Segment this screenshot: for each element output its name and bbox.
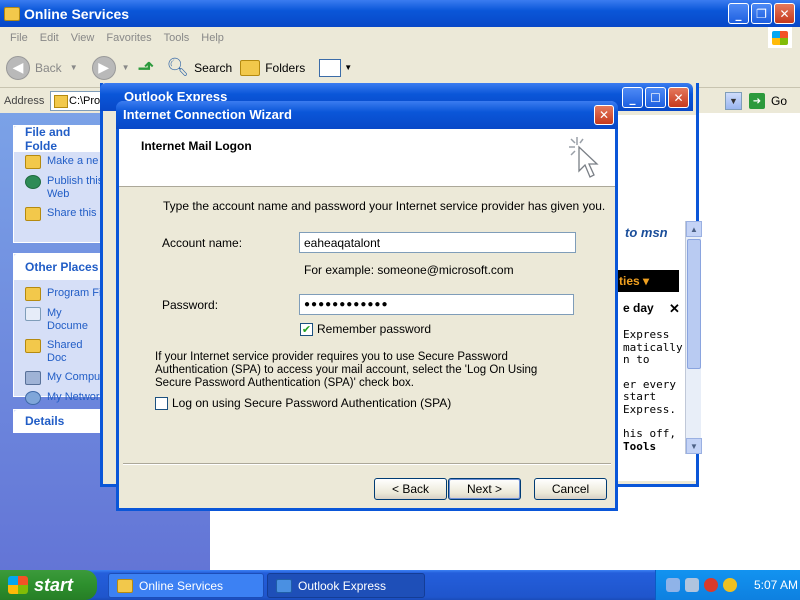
task-online-services[interactable]: Online Services	[108, 573, 264, 598]
documents-icon	[25, 307, 41, 321]
task-share-folder[interactable]: Share this	[14, 204, 104, 224]
views-icon	[319, 58, 342, 77]
checkmark-icon: ✔	[300, 322, 313, 336]
search-icon: 🔍︎	[166, 57, 190, 78]
menu-bar: File Edit View Favorites Tools Help	[0, 27, 800, 48]
divider	[123, 463, 611, 465]
go-button[interactable]: ➜ Go	[749, 92, 787, 110]
details-panel: Details	[13, 409, 105, 433]
wizard-heading: Internet Mail Logon	[141, 139, 252, 153]
views-button[interactable]: ▼	[319, 58, 352, 77]
folder-icon	[117, 578, 133, 593]
scroll-up-icon[interactable]: ▲	[686, 221, 702, 237]
back-button[interactable]: < Back	[374, 478, 447, 500]
remember-password-checkbox[interactable]: ✔ Remember password	[300, 322, 431, 336]
place-program-files[interactable]: Program Fi	[14, 284, 104, 304]
system-tray: 5:07 AM	[655, 570, 800, 600]
computer-icon	[25, 371, 41, 385]
clock[interactable]: 5:07 AM	[754, 578, 798, 592]
start-button[interactable]: start	[0, 570, 97, 600]
outlook-content: to msn ties ▾ e day ✕ Express matically …	[609, 115, 696, 481]
account-label: Account name:	[162, 236, 243, 250]
connection-tray-icon[interactable]	[685, 578, 699, 592]
task-make-folder[interactable]: Make a ne	[14, 152, 104, 172]
spa-check-box	[155, 396, 168, 410]
search-button[interactable]: 🔍︎ Search	[166, 57, 232, 78]
spa-checkbox[interactable]: Log on using Secure Password Authenticat…	[155, 396, 451, 410]
explorer-toolbar: ◀ Back ▼ ▶ ▼ ⬏ 🔍︎ Search Folders ▼	[0, 48, 800, 88]
explorer-title: Online Services	[24, 5, 130, 22]
forward-button[interactable]: ▶ ▼	[91, 55, 130, 80]
shared-folder-icon	[25, 339, 41, 353]
place-my-documents[interactable]: My Docume	[14, 304, 104, 336]
menu-edit[interactable]: Edit	[40, 32, 59, 44]
close-button[interactable]: ✕	[668, 87, 689, 108]
address-dropdown-icon[interactable]: ▼	[725, 92, 742, 110]
next-button[interactable]: Next >	[448, 478, 521, 500]
back-arrow-icon: ◀	[6, 55, 30, 80]
menu-file[interactable]: File	[10, 32, 28, 44]
security-tray-icon[interactable]	[704, 578, 718, 592]
example-text: For example: someone@microsoft.com	[304, 263, 514, 277]
place-shared-documents[interactable]: Shared Doc	[14, 336, 104, 368]
close-button[interactable]: ✕	[774, 3, 795, 24]
up-arrow-icon: ⬏	[137, 55, 155, 80]
place-my-network[interactable]: My Networ	[14, 388, 104, 408]
maximize-button[interactable]: ☐	[645, 87, 666, 108]
close-button[interactable]: ✕	[594, 105, 614, 125]
wizard-cursor-icon	[569, 137, 599, 178]
up-folder-button[interactable]: ⬏	[138, 56, 155, 80]
tip-close-icon[interactable]: ✕	[669, 301, 680, 317]
password-input[interactable]: ●●●●●●●●●●●●	[299, 294, 574, 315]
folders-button[interactable]: Folders	[240, 59, 305, 76]
scroll-thumb[interactable]	[687, 239, 701, 369]
network-tray-icon[interactable]	[666, 578, 680, 592]
panel-title[interactable]: Details	[14, 410, 104, 432]
other-places-panel: Other Places Program Fi My Docume Shared…	[13, 253, 105, 405]
address-label: Address	[4, 94, 45, 107]
scroll-down-icon[interactable]: ▼	[686, 438, 702, 454]
share-folder-icon	[25, 207, 41, 221]
menu-favorites[interactable]: Favorites	[106, 32, 151, 44]
explorer-titlebar[interactable]: Online Services _ ❐ ✕	[0, 0, 800, 27]
menu-tools[interactable]: Tools	[164, 32, 190, 44]
panel-title[interactable]: Other Places	[14, 254, 104, 280]
minimize-button[interactable]: _	[728, 3, 749, 24]
outlook-icon	[276, 578, 292, 593]
folder-icon	[4, 6, 20, 21]
menu-view[interactable]: View	[71, 32, 95, 44]
windows-flag-icon	[8, 576, 28, 594]
address-input[interactable]: C:\Pro	[50, 91, 105, 111]
wizard-header	[119, 129, 615, 187]
account-name-input[interactable]: eaheaqatalont	[299, 232, 576, 253]
taskbar: start Online Services Outlook Express 5:…	[0, 570, 800, 600]
folders-icon	[240, 59, 261, 76]
folder-icon	[25, 287, 41, 301]
menu-help[interactable]: Help	[201, 32, 224, 44]
publish-icon	[25, 175, 41, 189]
forward-arrow-icon: ▶	[91, 55, 116, 80]
vertical-scrollbar[interactable]: ▲ ▼	[685, 221, 702, 454]
new-folder-icon	[25, 155, 41, 169]
spa-description: If your Internet service provider requir…	[155, 351, 538, 389]
wizard-title: Internet Connection Wizard	[123, 107, 292, 122]
update-tray-icon[interactable]	[723, 578, 737, 592]
password-label: Password:	[162, 298, 219, 312]
minimize-button[interactable]: _	[622, 87, 643, 108]
panel-title[interactable]: File and Folde	[14, 125, 104, 153]
intro-text: Type the account name and password your …	[163, 199, 606, 213]
back-button[interactable]: ◀ Back ▼	[6, 55, 78, 80]
wizard-titlebar[interactable]: Internet Connection Wizard ✕	[116, 101, 618, 129]
task-outlook-express[interactable]: Outlook Express	[267, 573, 425, 598]
task-publish-folder[interactable]: Publish this Web	[14, 172, 104, 204]
restore-button[interactable]: ❐	[751, 3, 772, 24]
ties-banner: ties ▾	[609, 270, 679, 292]
windows-logo-icon	[768, 27, 792, 48]
network-icon	[25, 391, 41, 405]
go-arrow-icon: ➜	[749, 93, 765, 109]
wizard-dialog: Internet Connection Wizard ✕ Internet Ma…	[116, 101, 618, 511]
place-my-computer[interactable]: My Compu	[14, 368, 104, 388]
file-folder-tasks-panel: File and Folde Make a ne Publish this Web…	[13, 125, 105, 243]
cancel-button[interactable]: Cancel	[534, 478, 607, 500]
